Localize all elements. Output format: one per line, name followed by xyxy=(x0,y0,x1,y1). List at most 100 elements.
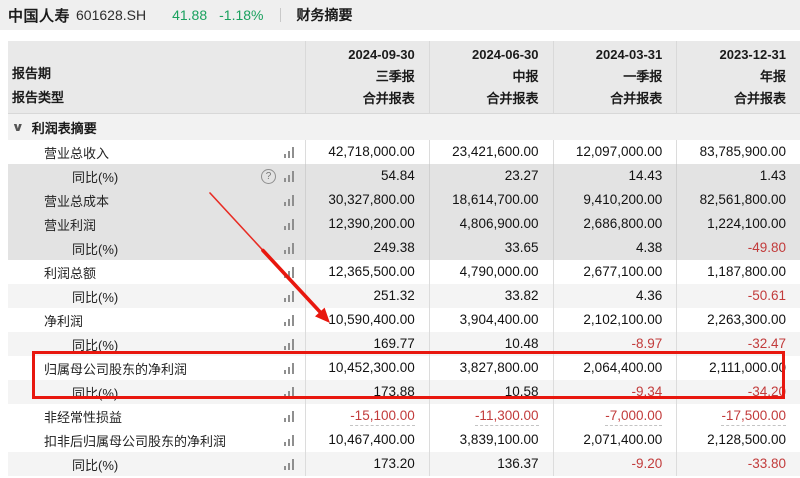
bar-chart-icon[interactable] xyxy=(284,195,294,206)
bar-chart-icon[interactable] xyxy=(284,363,294,374)
value-cell: -7,000.00 xyxy=(553,404,677,428)
value-cell: 1,224,100.00 xyxy=(676,212,800,236)
row-label-cell: 同比(%) xyxy=(8,332,305,356)
value-cell: 4,790,000.00 xyxy=(429,260,553,284)
row-label-cell: 营业利润 xyxy=(8,212,305,236)
financial-summary-table: 报告期 报告类型 2024-09-30 三季报 合并报表 2024-06-30 … xyxy=(0,41,800,478)
bar-chart-icon[interactable] xyxy=(284,315,294,326)
table-row[interactable]: 营业利润12,390,200.004,806,900.002,686,800.0… xyxy=(8,212,800,236)
column-report-type: 合并报表 xyxy=(677,88,786,110)
row-label-cell: 非经常性损益 xyxy=(8,404,305,428)
value-cell: -15,100.00 xyxy=(305,404,429,428)
column-header-2024-06-30[interactable]: 2024-06-30 中报 合并报表 xyxy=(429,41,553,113)
row-label-cell: 净利润 xyxy=(8,308,305,332)
bar-chart-icon[interactable] xyxy=(284,459,294,470)
tab-financial-summary[interactable]: 财务摘要 xyxy=(296,5,352,25)
row-icons xyxy=(284,195,305,206)
row-label-cell: 营业总收入 xyxy=(8,140,305,164)
table-row[interactable]: 非经常性损益-15,100.00-11,300.00-7,000.00-17,5… xyxy=(8,404,800,428)
row-icons xyxy=(284,435,305,446)
row-icons xyxy=(284,147,305,158)
row-label: 同比(%) xyxy=(8,239,118,258)
value-cell: 33.65 xyxy=(429,236,553,260)
row-label: 营业总成本 xyxy=(8,191,109,210)
row-label-cell: 同比(%) xyxy=(8,284,305,308)
row-label: 同比(%) xyxy=(8,335,118,354)
column-report-type: 合并报表 xyxy=(306,88,415,110)
value-cell: 173.20 xyxy=(305,452,429,476)
value-cell: -9.34 xyxy=(553,380,677,404)
table-row[interactable]: 同比(%)249.3833.654.38-49.80 xyxy=(8,236,800,260)
table-row[interactable]: 同比(%)?54.8423.2714.431.43 xyxy=(8,164,800,188)
bar-chart-icon[interactable] xyxy=(284,243,294,254)
value-cell: -33.80 xyxy=(676,452,800,476)
chevron-down-icon[interactable]: ∨ xyxy=(12,120,25,134)
value-cell: 1,187,800.00 xyxy=(676,260,800,284)
value-cell: -17,500.00 xyxy=(676,404,800,428)
table-row[interactable]: 同比(%)173.8810.58-9.34-34.20 xyxy=(8,380,800,404)
bar-chart-icon[interactable] xyxy=(284,219,294,230)
row-label-cell: 同比(%)? xyxy=(8,164,305,188)
value-cell: 2,263,300.00 xyxy=(676,308,800,332)
table-body: 营业总收入42,718,000.0023,421,600.0012,097,00… xyxy=(8,140,800,476)
value-cell: -49.80 xyxy=(676,236,800,260)
value-cell: 10.48 xyxy=(429,332,553,356)
value-cell: 2,064,400.00 xyxy=(553,356,677,380)
bar-chart-icon[interactable] xyxy=(284,387,294,398)
column-header-2023-12-31[interactable]: 2023-12-31 年报 合并报表 xyxy=(676,41,800,113)
bar-chart-icon[interactable] xyxy=(284,171,294,182)
value-cell: 2,128,500.00 xyxy=(676,428,800,452)
row-label: 非经常性损益 xyxy=(8,407,122,426)
table-row[interactable]: 利润总额12,365,500.004,790,000.002,677,100.0… xyxy=(8,260,800,284)
column-header-2024-09-30[interactable]: 2024-09-30 三季报 合并报表 xyxy=(305,41,429,113)
table-row[interactable]: 归属母公司股东的净利润10,452,300.003,827,800.002,06… xyxy=(8,356,800,380)
row-icons xyxy=(284,339,305,350)
topbar-divider xyxy=(280,8,281,22)
value-cell: 169.77 xyxy=(305,332,429,356)
row-header-cell: 报告期 报告类型 xyxy=(8,41,305,113)
row-icons xyxy=(284,387,305,398)
table-row[interactable]: 营业总成本30,327,800.0018,614,700.009,410,200… xyxy=(8,188,800,212)
row-label: 同比(%) xyxy=(8,455,118,474)
value-cell: 2,111,000.00 xyxy=(676,356,800,380)
value-cell: 2,102,100.00 xyxy=(553,308,677,332)
value-cell: 83,785,900.00 xyxy=(676,140,800,164)
value-cell: 4,806,900.00 xyxy=(429,212,553,236)
table-row[interactable]: 扣非后归属母公司股东的净利润10,467,400.003,839,100.002… xyxy=(8,428,800,452)
topbar-spacer xyxy=(0,30,800,41)
report-period-header: 报告期 xyxy=(12,62,305,86)
stock-header-bar: 中国人寿 601628.SH 41.88 -1.18% 财务摘要 xyxy=(0,0,800,30)
row-icons xyxy=(284,315,305,326)
bar-chart-icon[interactable] xyxy=(284,435,294,446)
column-date: 2024-09-30 xyxy=(306,44,415,66)
value-cell: 173.88 xyxy=(305,380,429,404)
table-row[interactable]: 同比(%)251.3233.824.36-50.61 xyxy=(8,284,800,308)
value-cell: 4.38 xyxy=(553,236,677,260)
column-report-type: 合并报表 xyxy=(554,88,663,110)
bar-chart-icon[interactable] xyxy=(284,267,294,278)
value-cell: -34.20 xyxy=(676,380,800,404)
row-label-cell: 扣非后归属母公司股东的净利润 xyxy=(8,428,305,452)
bar-chart-icon[interactable] xyxy=(284,291,294,302)
help-icon[interactable]: ? xyxy=(261,169,276,184)
table-row[interactable]: 营业总收入42,718,000.0023,421,600.0012,097,00… xyxy=(8,140,800,164)
table-row[interactable]: 同比(%)173.20136.37-9.20-33.80 xyxy=(8,452,800,476)
stock-code: 601628.SH xyxy=(76,7,146,23)
stock-change-percent: -1.18% xyxy=(219,7,263,23)
row-label: 同比(%) xyxy=(8,167,118,186)
value-cell: -50.61 xyxy=(676,284,800,308)
row-label: 同比(%) xyxy=(8,383,118,402)
bar-chart-icon[interactable] xyxy=(284,147,294,158)
stock-name: 中国人寿 xyxy=(8,5,70,26)
table-row[interactable]: 同比(%)169.7710.48-8.97-32.47 xyxy=(8,332,800,356)
row-icons: ? xyxy=(261,169,305,184)
row-icons xyxy=(284,219,305,230)
bar-chart-icon[interactable] xyxy=(284,411,294,422)
value-cell: 82,561,800.00 xyxy=(676,188,800,212)
column-period: 中报 xyxy=(430,66,539,88)
bar-chart-icon[interactable] xyxy=(284,339,294,350)
table-row[interactable]: 净利润10,590,400.003,904,400.002,102,100.00… xyxy=(8,308,800,332)
column-report-type: 合并报表 xyxy=(430,88,539,110)
column-header-2024-03-31[interactable]: 2024-03-31 一季报 合并报表 xyxy=(553,41,677,113)
section-row-income-statement[interactable]: ∨ 利润表摘要 xyxy=(8,114,800,140)
